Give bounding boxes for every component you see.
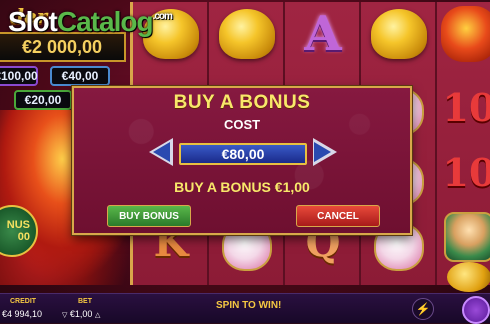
status-message: SPIN TO WIN! <box>216 300 282 311</box>
gold-ingot-symbol <box>215 4 279 64</box>
major-jackpot: €100,00 <box>0 66 38 86</box>
spin-button[interactable] <box>462 296 490 324</box>
ten-symbol: 10 <box>442 84 490 130</box>
game-stage: K A Q 10 10 der Treasures €2 000,00 €100… <box>0 0 490 293</box>
bet-control[interactable]: ▽ €1,00 △ <box>62 309 100 319</box>
turbo-icon[interactable]: ⚡ <box>412 298 434 320</box>
buy-bonus-bet-text: BUY A BONUS €1,00 <box>174 179 310 195</box>
buy-bonus-dialog: BUY A BONUS COST €80,00 BUY A BONUS €1,0… <box>72 86 412 235</box>
mini-jackpot: €20,00 <box>14 90 72 110</box>
letter-a-symbol: A <box>304 6 342 62</box>
credit-value: €4 994,10 <box>2 309 43 319</box>
watermark-logo: SlotCatalog.com <box>8 6 173 37</box>
bet-up-icon[interactable]: △ <box>95 312 100 319</box>
price-display: €80,00 <box>179 143 307 165</box>
decrease-arrow-fill <box>153 142 170 162</box>
minor-jackpot: €40,00 <box>50 66 110 86</box>
dialog-title: BUY A BONUS <box>173 92 311 113</box>
reel-5: 10 10 <box>437 2 490 292</box>
bottom-bar: CREDIT €4 994,10 BET ▽ €1,00 △ SPIN TO W… <box>0 293 490 324</box>
bet-down-icon[interactable]: ▽ <box>62 312 67 319</box>
buy-bonus-button[interactable]: BUY BONUS <box>107 205 191 227</box>
bet-label: BET <box>78 298 92 305</box>
increase-arrow-fill <box>314 142 331 162</box>
ten-symbol: 10 <box>442 149 490 195</box>
coins-symbol <box>437 247 490 293</box>
credit-label: CREDIT <box>10 298 37 305</box>
gold-ingot-symbol <box>367 4 431 64</box>
dragon-symbol <box>437 4 490 64</box>
cancel-button[interactable]: CANCEL <box>296 205 380 227</box>
cost-label: COST <box>223 117 261 132</box>
bet-value: €1,00 <box>69 309 93 319</box>
